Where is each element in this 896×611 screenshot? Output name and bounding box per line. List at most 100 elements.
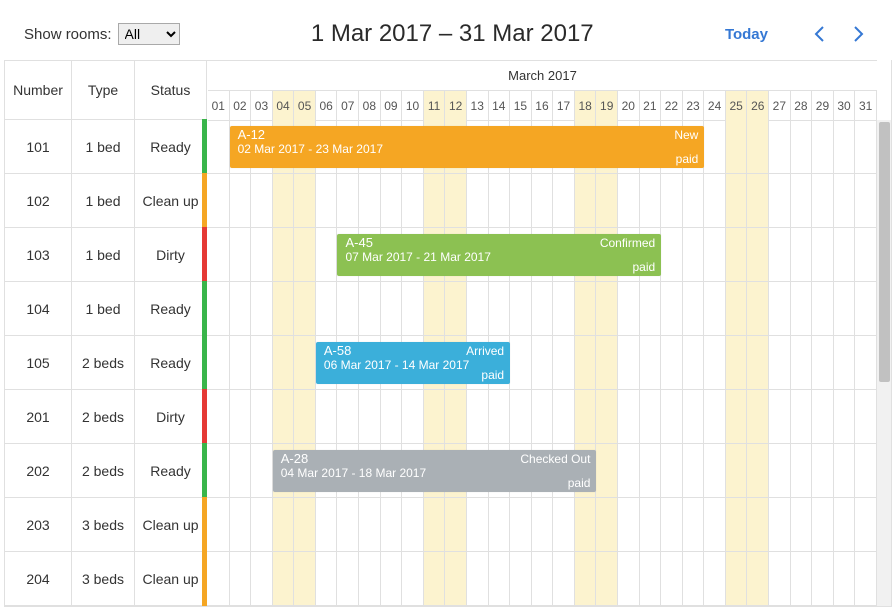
timeline-cell[interactable]	[230, 174, 252, 227]
timeline-cell[interactable]	[683, 552, 705, 605]
timeline-cell[interactable]	[381, 282, 403, 335]
timeline-cell[interactable]	[510, 552, 532, 605]
timeline-cell[interactable]	[294, 174, 316, 227]
timeline-cell[interactable]	[812, 552, 834, 605]
timeline-cell[interactable]	[489, 282, 511, 335]
timeline-cell[interactable]	[424, 174, 446, 227]
prev-arrow-button[interactable]	[806, 20, 834, 48]
timeline-cell[interactable]	[769, 498, 791, 551]
timeline-cell[interactable]	[769, 120, 791, 173]
timeline-cell[interactable]	[769, 444, 791, 497]
timeline-cell[interactable]	[532, 282, 554, 335]
timeline-cell[interactable]	[273, 552, 295, 605]
timeline-cell[interactable]	[683, 174, 705, 227]
timeline-cell[interactable]	[834, 498, 856, 551]
timeline-cell[interactable]	[489, 552, 511, 605]
timeline-cell[interactable]	[553, 390, 575, 443]
timeline-cell[interactable]	[230, 498, 252, 551]
timeline-cell[interactable]	[251, 174, 273, 227]
timeline-cell[interactable]	[208, 552, 230, 605]
vertical-scrollbar[interactable]	[877, 120, 891, 606]
timeline-cell[interactable]	[273, 390, 295, 443]
timeline-cell[interactable]	[726, 228, 748, 281]
timeline-cell[interactable]	[575, 282, 597, 335]
timeline-cell[interactable]	[596, 552, 618, 605]
timeline-cell[interactable]	[381, 390, 403, 443]
timeline-cell[interactable]	[445, 174, 467, 227]
timeline-cell[interactable]	[747, 282, 769, 335]
timeline-cell[interactable]	[640, 282, 662, 335]
timeline-cell[interactable]	[812, 120, 834, 173]
timeline-cell[interactable]	[251, 498, 273, 551]
timeline-cell[interactable]	[747, 552, 769, 605]
timeline-cell[interactable]	[575, 390, 597, 443]
timeline-cell[interactable]	[489, 390, 511, 443]
timeline-cell[interactable]	[316, 552, 338, 605]
timeline-cell[interactable]	[618, 552, 640, 605]
timeline-cell[interactable]	[510, 282, 532, 335]
timeline-cell[interactable]	[834, 120, 856, 173]
timeline-cell[interactable]	[812, 336, 834, 389]
timeline-cell[interactable]	[661, 444, 683, 497]
timeline-cell[interactable]	[532, 498, 554, 551]
timeline-cell[interactable]	[316, 498, 338, 551]
timeline-cell[interactable]	[640, 336, 662, 389]
timeline-cell[interactable]	[359, 552, 381, 605]
timeline-cell[interactable]	[230, 282, 252, 335]
timeline-cell[interactable]	[424, 498, 446, 551]
timeline-cell[interactable]	[769, 174, 791, 227]
timeline-cell[interactable]	[812, 228, 834, 281]
timeline-cell[interactable]	[855, 282, 877, 335]
timeline-cell[interactable]	[337, 552, 359, 605]
timeline-cell[interactable]	[704, 552, 726, 605]
timeline-cell[interactable]	[640, 174, 662, 227]
timeline-cell[interactable]	[294, 282, 316, 335]
timeline-cell[interactable]	[424, 282, 446, 335]
timeline-cell[interactable]	[769, 282, 791, 335]
timeline-cell[interactable]	[661, 336, 683, 389]
timeline-cell[interactable]	[273, 228, 295, 281]
timeline-cell[interactable]	[230, 444, 252, 497]
timeline-cell[interactable]	[596, 174, 618, 227]
timeline-cell[interactable]	[640, 498, 662, 551]
timeline-cell[interactable]	[683, 336, 705, 389]
timeline-cell[interactable]	[273, 498, 295, 551]
timeline-cell[interactable]	[704, 282, 726, 335]
timeline-cell[interactable]	[791, 552, 813, 605]
timeline-cell[interactable]	[704, 120, 726, 173]
timeline-cell[interactable]	[769, 336, 791, 389]
timeline-cell[interactable]	[855, 498, 877, 551]
timeline-cell[interactable]	[553, 552, 575, 605]
timeline-cell[interactable]	[230, 552, 252, 605]
timeline-cell[interactable]	[445, 552, 467, 605]
timeline-cell[interactable]	[812, 282, 834, 335]
timeline-cell[interactable]	[359, 174, 381, 227]
timeline-cell[interactable]	[834, 282, 856, 335]
timeline-cell[interactable]	[596, 390, 618, 443]
timeline-cell[interactable]	[467, 174, 489, 227]
timeline-cell[interactable]	[337, 390, 359, 443]
timeline-cell[interactable]	[294, 552, 316, 605]
timeline-cell[interactable]	[791, 498, 813, 551]
timeline-cell[interactable]	[791, 174, 813, 227]
timeline-cell[interactable]	[855, 120, 877, 173]
timeline-cell[interactable]	[640, 390, 662, 443]
timeline-cell[interactable]	[640, 444, 662, 497]
timeline-cell[interactable]	[230, 336, 252, 389]
timeline-cell[interactable]	[359, 282, 381, 335]
timeline-cell[interactable]	[726, 444, 748, 497]
timeline-cell[interactable]	[510, 336, 532, 389]
timeline-cell[interactable]	[467, 390, 489, 443]
timeline-cell[interactable]	[596, 282, 618, 335]
today-button[interactable]: Today	[725, 26, 768, 43]
timeline-cell[interactable]	[316, 390, 338, 443]
timeline-cell[interactable]	[532, 552, 554, 605]
timeline-cell[interactable]	[726, 336, 748, 389]
timeline-cell[interactable]	[704, 390, 726, 443]
timeline-cell[interactable]	[596, 444, 618, 497]
timeline-cell[interactable]	[791, 120, 813, 173]
timeline-cell[interactable]	[467, 498, 489, 551]
timeline-cell[interactable]	[251, 282, 273, 335]
timeline-cell[interactable]	[791, 444, 813, 497]
timeline-cell[interactable]	[251, 444, 273, 497]
